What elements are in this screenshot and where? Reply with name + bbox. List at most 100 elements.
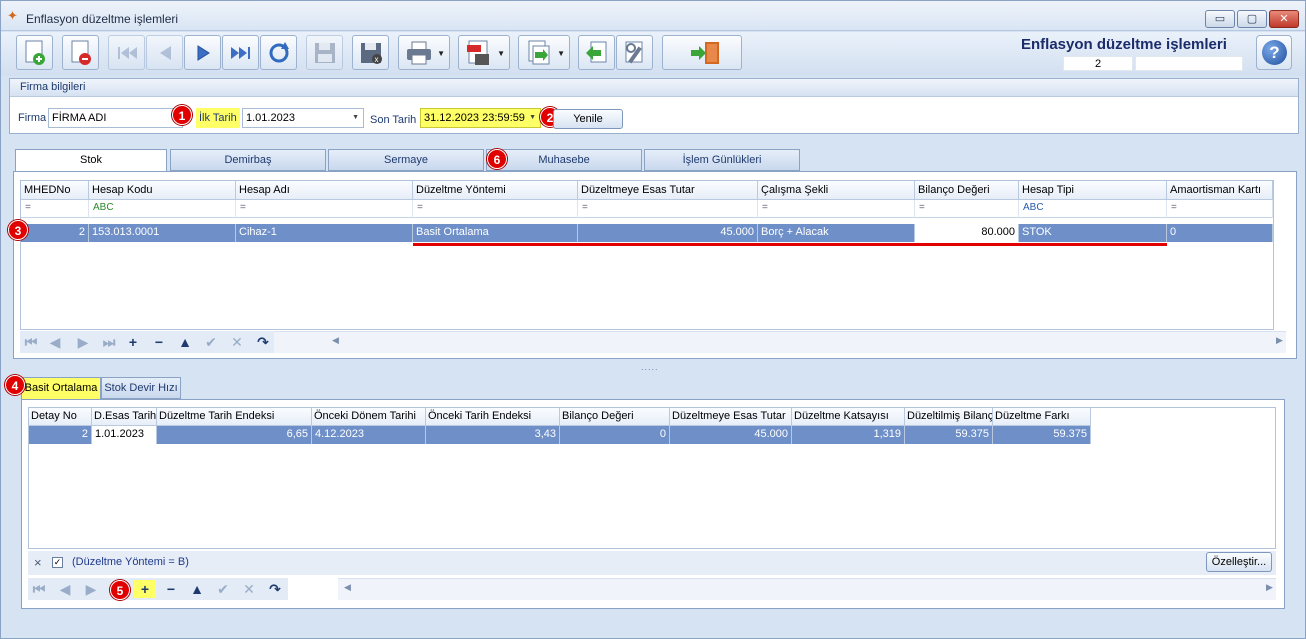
last-record-button[interactable] [222,35,259,70]
table-cell[interactable]: Basit Ortalama [413,224,578,242]
ozellestir-button[interactable]: Özelleştir... [1206,552,1272,572]
minimize-button[interactable]: ▭ [1205,10,1235,28]
print-button[interactable]: ▼ [398,35,450,70]
redo-icon[interactable]: ↷ [252,333,274,351]
son-tarih-input[interactable]: 31.12.2023 23:59:59 ▼ [420,108,541,128]
table-cell[interactable]: 59.375 [993,426,1091,444]
firma-input[interactable]: FİRMA ADI [48,108,183,128]
tab-basit-ortalama[interactable]: Basit Ortalama [21,377,101,400]
check-icon[interactable]: ✔ [200,333,222,351]
tab-islem-gunlukleri[interactable]: İşlem Günlükleri [644,149,800,171]
table-cell[interactable]: 0 [1167,224,1273,242]
table-cell-editing[interactable]: 80.000 [915,224,1019,242]
next-icon[interactable]: ▶ [80,580,102,598]
detail-grid[interactable]: Detay No D.Esas Tarih Düzeltme Tarih End… [28,407,1276,549]
col-onceki-donem-tarihi[interactable]: Önceki Dönem Tarihi [312,408,426,426]
col-duzeltilmis-bilanco[interactable]: Düzeltilmiş Bilanço [905,408,993,426]
first-icon[interactable]: ⏮ [20,333,42,351]
previous-record-button[interactable] [146,35,183,70]
detail-grid-scrollbar[interactable]: ◀ ▶ [338,578,1276,600]
col-duzeltme-yontemi[interactable]: Düzeltme Yöntemi [413,181,578,200]
maximize-button[interactable]: ▢ [1237,10,1267,28]
filter-cell[interactable]: = [758,200,915,218]
table-cell[interactable]: 4.12.2023 [312,426,426,444]
main-grid-scrollbar[interactable]: ◀ ▶ [274,331,1286,353]
col-onceki-tarih-endeksi[interactable]: Önceki Tarih Endeksi [426,408,560,426]
cancel-icon[interactable]: ✕ [238,580,260,598]
up-icon[interactable]: ▲ [174,333,196,351]
col-detay-no[interactable]: Detay No [29,408,92,426]
remove-icon[interactable]: − [148,333,170,351]
next-record-button[interactable] [184,35,221,70]
table-cell[interactable]: Borç + Alacak [758,224,915,242]
refresh-button[interactable] [260,35,297,70]
table-cell-editing[interactable]: 1.01.2023 [92,426,157,444]
exit-button[interactable] [662,35,742,70]
table-cell[interactable]: 45.000 [578,224,758,242]
tab-stok[interactable]: Stok [15,149,167,172]
scroll-left-icon[interactable]: ◀ [332,335,339,346]
tab-demirbas[interactable]: Demirbaş [170,149,326,171]
table-cell[interactable]: 59.375 [905,426,993,444]
col-hesap-kodu[interactable]: Hesap Kodu [89,181,236,200]
delete-record-button[interactable] [62,35,99,70]
col-duzeltme-farki[interactable]: Düzeltme Farkı [993,408,1091,426]
help-button[interactable]: ? [1256,35,1292,70]
table-cell[interactable]: STOK [1019,224,1167,242]
filter-text[interactable]: (Düzeltme Yöntemi = B) [72,556,189,568]
col-amortisman-karti[interactable]: Amaortisman Kartı [1167,181,1273,200]
table-cell[interactable]: Cihaz-1 [236,224,413,242]
save-button[interactable] [306,35,343,70]
ilk-tarih-input[interactable]: 1.01.2023 ▼ [242,108,364,128]
table-cell[interactable]: 1,319 [792,426,905,444]
col-hesap-tipi[interactable]: Hesap Tipi [1019,181,1167,200]
col-hesap-adi[interactable]: Hesap Adı [236,181,413,200]
scroll-right-icon[interactable]: ▶ [1276,335,1283,346]
tab-sermaye[interactable]: Sermaye [328,149,484,171]
filter-cell[interactable]: ABC [89,200,236,218]
col-esas-tutar[interactable]: Düzeltmeye Esas Tutar [578,181,758,200]
next-icon[interactable]: ▶ [72,333,94,351]
col-duzeltme-tarih-endeksi[interactable]: Düzeltme Tarih Endeksi [157,408,312,426]
redo-icon[interactable]: ↷ [264,580,286,598]
table-cell[interactable]: 153.013.0001 [89,224,236,242]
table-cell[interactable]: 0 [560,426,670,444]
filter-cell[interactable]: = [413,200,578,218]
remove-icon[interactable]: − [160,580,182,598]
filter-cell[interactable]: = [21,200,89,218]
cancel-changes-button[interactable]: x [352,35,389,70]
col-calisma-sekli[interactable]: Çalışma Şekli [758,181,915,200]
scroll-left-icon[interactable]: ◀ [344,582,351,593]
splitter-handle[interactable]: ..... [641,362,659,372]
close-button[interactable]: ✕ [1269,10,1299,28]
yenile-button[interactable]: Yenile [553,109,623,129]
scroll-right-icon[interactable]: ▶ [1266,582,1273,593]
pdf-export-button[interactable]: ▼ [458,35,510,70]
add-icon[interactable]: + [134,580,156,598]
filter-checkbox[interactable]: ✓ [52,557,63,568]
first-icon[interactable]: ⏮ [28,580,50,598]
tab-stok-devir-hizi[interactable]: Stok Devir Hızı [101,377,181,399]
filter-cell[interactable]: = [578,200,758,218]
new-record-button[interactable] [16,35,53,70]
first-record-button[interactable] [108,35,145,70]
import-button[interactable] [578,35,615,70]
cancel-icon[interactable]: ✕ [226,333,248,351]
table-cell[interactable]: 2 [21,224,89,242]
prev-icon[interactable]: ◀ [44,333,66,351]
col-esas-tutar[interactable]: Düzeltmeye Esas Tutar [670,408,792,426]
col-bilanco-degeri[interactable]: Bilanço Değeri [915,181,1019,200]
last-icon[interactable]: ⏭ [98,333,120,351]
col-duzeltme-katsayisi[interactable]: Düzeltme Katsayısı [792,408,905,426]
excel-export-button[interactable]: ▼ [518,35,570,70]
prev-icon[interactable]: ◀ [54,580,76,598]
tools-button[interactable] [616,35,653,70]
filter-close-icon[interactable]: × [34,555,42,570]
table-cell[interactable]: 3,43 [426,426,560,444]
filter-cell[interactable]: = [915,200,1019,218]
main-grid[interactable]: MHEDNo Hesap Kodu Hesap Adı Düzeltme Yön… [20,180,1274,330]
table-cell[interactable]: 45.000 [670,426,792,444]
filter-cell[interactable]: = [236,200,413,218]
table-cell[interactable]: 2 [29,426,92,444]
table-cell[interactable]: 6,65 [157,426,312,444]
